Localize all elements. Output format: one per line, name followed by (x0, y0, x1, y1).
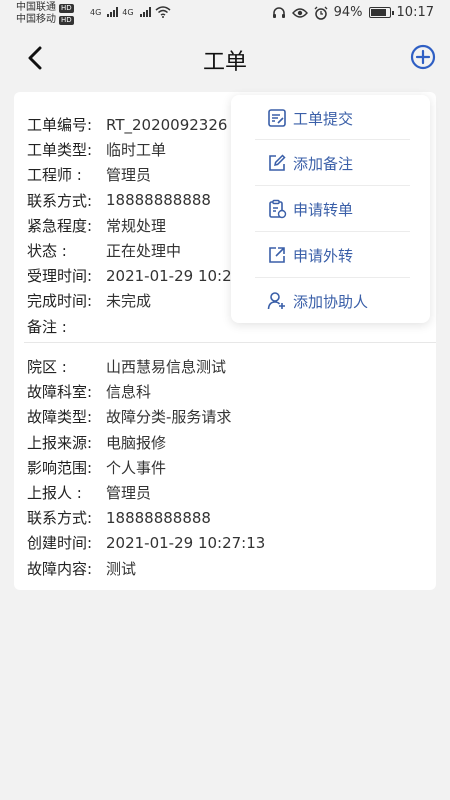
row-value: 故障分类-服务请求 (106, 408, 232, 427)
row-label: 工单类型: (27, 141, 93, 160)
app-header: 工单 (0, 28, 450, 90)
row-value: 电脑报修 (106, 433, 167, 452)
menu-item-submit[interactable]: 工单提交 (245, 95, 420, 141)
row-label: 创建时间: (27, 534, 93, 553)
row-label: 状态 : (27, 242, 67, 261)
edit-note-icon (269, 154, 286, 171)
menu-item-label: 工单提交 (293, 109, 354, 128)
row-value: RT_2020092326 (106, 115, 228, 134)
carrier-1: 中国联通 (16, 2, 56, 13)
row-value: 山西慧易信息测试 (106, 358, 227, 377)
row-value: 18888888888 (106, 508, 211, 527)
menu-item-apply-external[interactable]: 申请外转 (245, 232, 420, 278)
add-helper-icon (267, 292, 285, 310)
wifi-icon (155, 6, 171, 18)
status-bar: 中国联通 HD 中国移动 HD 4G 4G 94% 10:17 (0, 0, 450, 28)
network-type-1: 4G (90, 7, 102, 17)
row-label: 紧急程度: (27, 216, 93, 235)
row-value: 管理员 (106, 166, 152, 185)
row-label: 上报人 : (27, 484, 82, 503)
info-row-fault-content: 故障内容: 测试 (14, 556, 436, 581)
menu-item-label: 添加协助人 (293, 292, 369, 311)
row-label: 备注 : (27, 317, 67, 336)
row-value: 2021-01-29 10:2 (106, 266, 232, 285)
fault-info-section: 院区 : 山西慧易信息测试 故障科室: 信息科 故障类型: 故障分类-服务请求 上报来… (14, 354, 436, 581)
clock: 10:17 (396, 5, 434, 20)
row-value: 未完成 (106, 292, 152, 311)
row-label: 受理时间: (27, 267, 93, 286)
network-type-2: 4G (122, 7, 134, 17)
row-label: 故障类型: (27, 408, 93, 427)
info-row-reporter-contact: 联系方式: 18888888888 (14, 505, 436, 530)
info-row-fault-type: 故障类型: 故障分类-服务请求 (14, 404, 436, 429)
row-label: 工程师 : (27, 166, 82, 185)
transfer-icon (269, 199, 287, 219)
info-row-campus: 院区 : 山西慧易信息测试 (14, 354, 436, 379)
signal-icon-1 (107, 7, 119, 17)
row-label: 完成时间: (27, 292, 93, 311)
info-row-created-time: 创建时间: 2021-01-29 10:27:13 (14, 530, 436, 555)
row-label: 院区 : (27, 358, 67, 377)
section-divider (24, 342, 436, 343)
row-label: 工单编号: (27, 116, 93, 135)
menu-item-add-remark[interactable]: 添加备注 (245, 140, 420, 186)
action-dropdown-menu: 工单提交 添加备注 申请转单 申请外转 添加协助人 (231, 95, 430, 323)
row-label: 联系方式: (27, 191, 93, 210)
alarm-icon (314, 6, 328, 20)
add-circle-icon[interactable] (410, 44, 436, 70)
headset-icon (272, 6, 285, 18)
row-value: 测试 (106, 559, 137, 578)
battery-percent: 94% (333, 5, 363, 20)
row-value: 正在处理中 (106, 242, 182, 261)
menu-item-apply-transfer[interactable]: 申请转单 (245, 186, 420, 232)
status-right: 94% 10:17 (272, 5, 434, 20)
row-value: 信息科 (106, 383, 152, 402)
hd-badge-1: HD (59, 3, 74, 13)
network-indicators: 4G 4G (90, 6, 171, 18)
carrier-2: 中国移动 (16, 14, 56, 25)
menu-item-label: 申请转单 (293, 200, 354, 219)
row-value: 2021-01-29 10:27:13 (106, 533, 266, 552)
row-value: 常规处理 (106, 216, 167, 235)
info-row-reporter: 上报人 : 管理员 (14, 480, 436, 505)
carrier-info: 中国联通 HD 中国移动 HD (16, 2, 74, 26)
page-title: 工单 (202, 50, 247, 75)
row-label: 影响范围: (27, 458, 93, 477)
submit-icon (268, 109, 286, 127)
row-label: 故障内容: (27, 559, 93, 578)
menu-item-add-helper[interactable]: 添加协助人 (245, 278, 420, 324)
menu-item-label: 申请外转 (293, 246, 354, 265)
row-label: 联系方式: (27, 509, 93, 528)
info-row-source: 上报来源: 电脑报修 (14, 430, 436, 455)
row-value: 管理员 (106, 484, 152, 503)
menu-item-label: 添加备注 (293, 154, 354, 173)
row-value: 临时工单 (106, 141, 167, 160)
row-label: 上报来源: (27, 433, 93, 452)
battery-icon (368, 7, 394, 18)
row-value: 个人事件 (106, 458, 167, 477)
info-row-department: 故障科室: 信息科 (14, 379, 436, 404)
signal-icon-2 (139, 7, 151, 17)
external-icon (269, 247, 285, 263)
eye-icon (291, 7, 308, 18)
info-row-scope: 影响范围: 个人事件 (14, 455, 436, 480)
row-label: 故障科室: (27, 383, 93, 402)
screen: 中国联通 HD 中国移动 HD 4G 4G 94% 10:17 工单 工单编号:… (0, 0, 450, 800)
row-value: 18888888888 (106, 191, 211, 210)
hd-badge-2: HD (59, 15, 74, 25)
